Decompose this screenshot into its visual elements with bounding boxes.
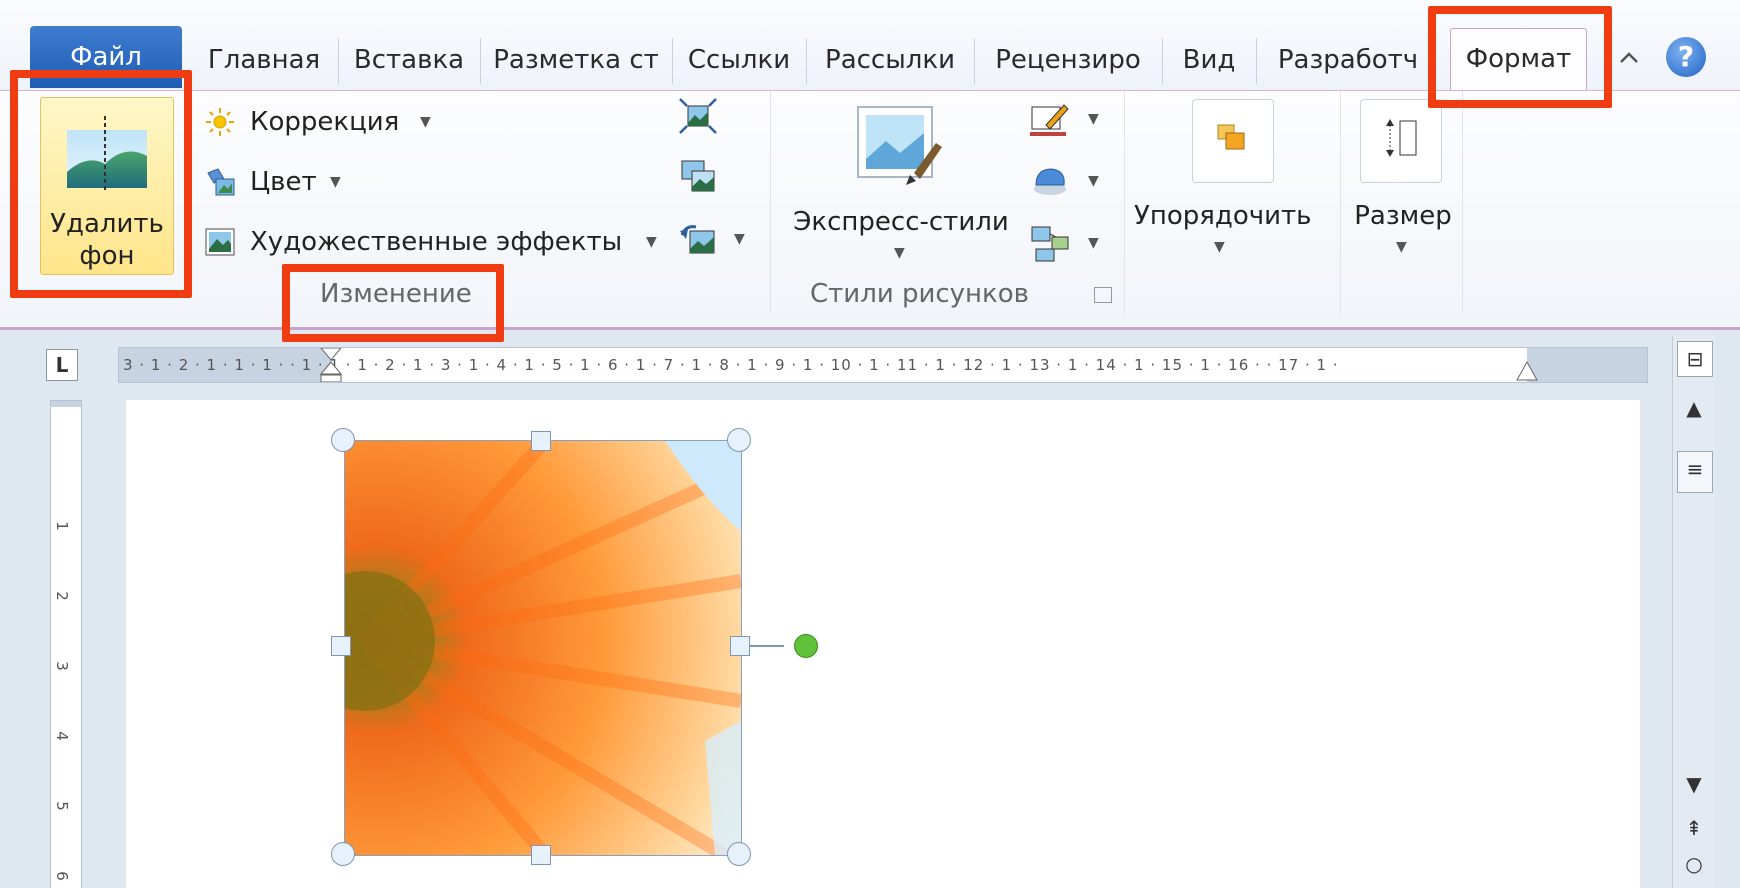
right-indent-marker-icon[interactable]: [1515, 360, 1539, 382]
resize-handle-e[interactable]: [730, 636, 750, 656]
resize-handle-s[interactable]: [531, 845, 551, 865]
chevron-down-icon: ▼: [1088, 111, 1099, 127]
reset-picture-button[interactable]: ▼: [678, 221, 754, 259]
size-label: Размер: [1354, 201, 1452, 231]
change-picture-icon: [681, 160, 715, 192]
vruler-tick: 5: [52, 801, 71, 811]
tab-page-layout[interactable]: Разметка ст: [488, 30, 664, 90]
highlight-remove-background: [10, 70, 192, 298]
correction-button[interactable]: Коррекция ▼: [198, 101, 458, 143]
tab-references[interactable]: Ссылки: [680, 30, 798, 90]
highlight-adjust-group: [282, 264, 504, 342]
highlight-format-tab: [1428, 6, 1612, 108]
color-icon: [207, 168, 235, 196]
resize-handle-w[interactable]: [331, 636, 351, 656]
chevron-down-icon: ▼: [734, 231, 745, 247]
tab-view[interactable]: Вид: [1170, 30, 1248, 90]
chevron-down-icon: ▼: [420, 114, 431, 130]
picture-layout-icon: [1031, 226, 1069, 262]
previous-page-icon[interactable]: ⇞: [1677, 811, 1711, 845]
browse-object-icon[interactable]: ○: [1677, 847, 1711, 881]
help-icon[interactable]: ?: [1666, 37, 1706, 77]
vruler-tick: 1: [52, 521, 71, 531]
artistic-effects-icon: [205, 228, 235, 256]
compress-pictures-button[interactable]: [678, 97, 728, 135]
vertical-scrollbar[interactable]: ⊟ ▲ ≡ ▼ ⇞ ○: [1672, 335, 1715, 888]
arrange-icon: [1217, 124, 1245, 150]
selected-picture[interactable]: [344, 440, 742, 856]
resize-handle-sw[interactable]: [331, 842, 355, 866]
color-button[interactable]: Цвет ▼: [198, 161, 358, 203]
resize-handle-se[interactable]: [727, 842, 751, 866]
tab-selector[interactable]: L: [46, 349, 78, 381]
chevron-down-icon: ▼: [646, 234, 657, 250]
artistic-effects-label: Художественные эффекты: [250, 227, 623, 257]
tab-home[interactable]: Главная: [200, 30, 328, 90]
picture-layout-button[interactable]: ▼: [1028, 223, 1108, 262]
vertical-ruler[interactable]: 1 2 3 4 5 6: [50, 400, 82, 888]
quick-styles-icon: [857, 106, 942, 185]
chevron-down-icon: ▼: [1396, 239, 1407, 255]
arrange-label: Упорядочить: [1134, 201, 1312, 231]
horizontal-ruler[interactable]: 3 · 1 · 2 · 1 · 1 · 1 · · 1 · 1 · 1 · 2 …: [118, 347, 1648, 383]
picture-effects-button[interactable]: ▼: [1028, 163, 1108, 201]
chevron-down-icon: ▼: [1088, 173, 1099, 189]
chevron-down-icon: ▼: [330, 174, 341, 190]
dialog-launcher-icon[interactable]: [1094, 287, 1112, 303]
tab-developer[interactable]: Разработч: [1264, 30, 1432, 90]
indent-marker-icon[interactable]: [319, 348, 343, 382]
arrange-button[interactable]: Упорядочить ▼: [1134, 97, 1312, 273]
scroll-thumb[interactable]: ≡: [1677, 451, 1713, 493]
compress-pictures-icon: [679, 98, 717, 134]
sun-icon: [206, 108, 234, 136]
size-icon: [1386, 119, 1417, 157]
resize-handle-nw[interactable]: [331, 428, 355, 452]
vruler-tick: 3: [52, 661, 71, 671]
picture-border-button[interactable]: ▼: [1028, 101, 1108, 139]
vruler-tick: 4: [52, 731, 71, 741]
horizontal-ruler-ticks: 3 · 1 · 2 · 1 · 1 · 1 · · 1 · 1 · 1 · 2 …: [123, 356, 1339, 374]
quick-styles-button[interactable]: Экспресс-стили ▼: [786, 95, 1016, 275]
rotation-handle[interactable]: [794, 634, 818, 658]
ribbon-format: Удалить фон Коррекция ▼ Цвет ▼ Художеств…: [0, 90, 1740, 330]
flower-image: [345, 441, 741, 855]
resize-handle-ne[interactable]: [727, 428, 751, 452]
tab-review[interactable]: Рецензиро: [982, 30, 1154, 90]
tab-mailings[interactable]: Рассылки: [814, 30, 966, 90]
reset-picture-icon: [680, 225, 715, 254]
picture-effects-icon: [1034, 168, 1066, 195]
word-window: Файл Главная Вставка Разметка ст Ссылки …: [0, 0, 1740, 888]
scroll-up-icon[interactable]: ▲: [1677, 391, 1711, 425]
vruler-tick: 2: [52, 591, 71, 601]
chevron-down-icon: ▼: [1214, 239, 1225, 255]
resize-handle-n[interactable]: [531, 431, 551, 451]
collapse-ribbon-icon[interactable]: [1615, 44, 1643, 72]
size-button[interactable]: Размер ▼: [1348, 97, 1458, 273]
scroll-down-icon[interactable]: ▼: [1677, 767, 1711, 801]
correction-label: Коррекция: [250, 107, 400, 137]
rotation-handle-line: [750, 645, 784, 647]
chevron-down-icon: ▼: [1088, 235, 1099, 251]
artistic-effects-button[interactable]: Художественные эффекты ▼: [198, 221, 668, 263]
group-label-picture-styles: Стили рисунков: [810, 279, 1029, 309]
change-picture-button[interactable]: [678, 157, 728, 195]
tab-insert[interactable]: Вставка: [346, 30, 472, 90]
chevron-down-icon: ▼: [894, 245, 905, 261]
color-label: Цвет: [250, 167, 317, 197]
picture-border-icon: [1030, 104, 1069, 136]
quick-styles-label: Экспресс-стили: [793, 207, 1009, 237]
view-ruler-icon[interactable]: ⊟: [1677, 341, 1713, 377]
vruler-tick: 6: [52, 871, 71, 881]
